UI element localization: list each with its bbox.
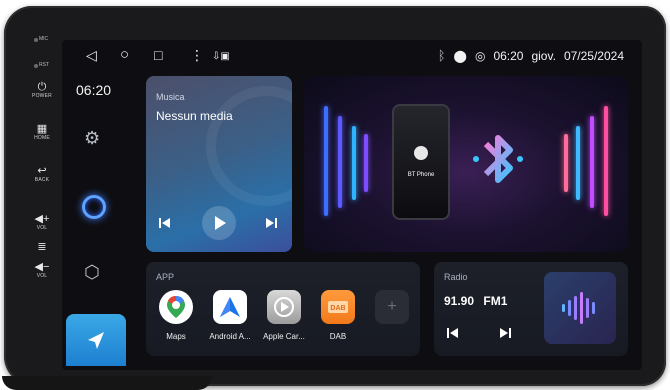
google-maps-icon: [159, 290, 193, 324]
cube-apps-icon[interactable]: ⬡: [84, 262, 100, 283]
location-icon: ⬤: [453, 48, 467, 63]
reset-label: RST: [39, 62, 49, 68]
next-track-icon[interactable]: [264, 216, 278, 230]
apps-card: APP Maps Android A... Apple Car... DAB D…: [146, 262, 420, 356]
status-day: giov.: [531, 48, 556, 63]
play-button[interactable]: [202, 206, 236, 240]
bluetooth-status-icon: ᛒ: [437, 48, 446, 63]
reset-button[interactable]: [34, 64, 38, 68]
music-status: Nessun media: [156, 109, 233, 123]
status-indicators: ᛒ ⬤ ◎ 06:20 giov. 07/25/2024: [438, 48, 624, 63]
radio-title: Radio: [444, 272, 468, 282]
app-dab[interactable]: DAB DAB: [314, 290, 362, 341]
navigation-arrow-icon: [88, 332, 104, 349]
apps-title: APP: [156, 272, 175, 282]
home-nav-icon[interactable]: ○: [120, 47, 129, 62]
head-unit-device: MIC RST ⏻ POWER ▦ HOME ↩ BACK ◀+ VOL ≣ ◀…: [2, 6, 666, 390]
neon-bar: [324, 106, 328, 216]
volume-up-button[interactable]: ◀+ VOL: [26, 213, 58, 232]
rail-clock: 06:20: [76, 82, 112, 98]
neon-bar: [352, 126, 356, 200]
neon-bar: [604, 106, 608, 216]
radio-card[interactable]: Radio 91.90 FM1: [434, 262, 628, 356]
navigation-tile[interactable]: [66, 314, 126, 366]
sound-wave-icon: [562, 292, 595, 324]
bt-phone-button[interactable]: BT Phone: [392, 104, 450, 220]
settings-gear-icon[interactable]: ⚙: [84, 128, 100, 149]
recents-nav-icon[interactable]: □: [154, 48, 162, 62]
status-bar: ◁ ○ □ ⋮ ⇩▣ ᛒ ⬤ ◎ 06:20 giov. 07/25/2024: [62, 40, 642, 70]
volume-level-icon: ≣: [37, 241, 47, 253]
status-date: 07/25/2024: [563, 48, 624, 63]
plus-icon: +: [375, 290, 409, 324]
music-ghost-disc: [206, 86, 292, 206]
mic-indicator: [34, 38, 38, 42]
add-app-button[interactable]: +: [368, 290, 416, 324]
back-return-icon: ↩: [37, 165, 47, 177]
voice-assistant-icon[interactable]: [82, 195, 106, 219]
mic-label: MIC: [39, 36, 49, 42]
radio-next-icon[interactable]: [498, 326, 512, 340]
person-icon: [414, 146, 428, 160]
home-grid-icon: ▦: [36, 123, 48, 135]
bluetooth-card[interactable]: BT Phone: [304, 76, 628, 252]
volume-down-icon: ◀−: [34, 261, 50, 273]
neon-bar: [364, 134, 368, 192]
power-icon: ⏻: [37, 81, 47, 93]
music-title: Musica: [156, 92, 185, 102]
screenshot-icon[interactable]: ⇩▣: [212, 50, 230, 64]
display-screen: ◁ ○ □ ⋮ ⇩▣ ᛒ ⬤ ◎ 06:20 giov. 07/25/2024 …: [62, 40, 642, 370]
volume-bar-indicator: ≣: [26, 242, 58, 253]
volume-down-button[interactable]: ◀− VOL: [26, 261, 58, 280]
hotspot-icon: ◎: [474, 48, 486, 63]
volume-up-icon: ◀+: [34, 213, 50, 225]
svg-text:DAB: DAB: [330, 305, 345, 312]
back-nav-icon[interactable]: ◁: [86, 48, 97, 62]
back-button[interactable]: ↩ BACK: [26, 165, 58, 184]
neon-bar: [338, 116, 342, 208]
radio-previous-icon[interactable]: [446, 326, 460, 340]
neon-bar: [564, 134, 568, 192]
neon-bar: [590, 116, 594, 208]
radio-frequency: 91.90: [444, 294, 475, 308]
play-icon: [215, 216, 226, 230]
music-card[interactable]: Musica Nessun media: [146, 76, 292, 252]
app-maps[interactable]: Maps: [152, 290, 200, 341]
app-android-auto[interactable]: Android A...: [206, 290, 254, 341]
more-menu-icon[interactable]: ⋮: [190, 48, 204, 62]
radio-band: FM1: [483, 294, 508, 308]
neon-bar: [576, 126, 580, 200]
status-time: 06:20: [493, 48, 524, 63]
home-button[interactable]: ▦ HOME: [26, 123, 58, 142]
bt-phone-label: BT Phone: [407, 172, 435, 178]
bluetooth-logo-icon: [473, 135, 523, 183]
radio-frequency-readout: 91.90 FM1: [444, 294, 507, 308]
dab-radio-icon: DAB: [321, 290, 355, 324]
app-apple-carplay[interactable]: Apple Car...: [260, 290, 308, 341]
carplay-icon: [267, 290, 301, 324]
radio-waveform-art: [544, 272, 616, 344]
android-auto-icon: [213, 290, 247, 324]
previous-track-icon[interactable]: [158, 216, 172, 230]
power-button[interactable]: ⏻ POWER: [26, 81, 58, 100]
